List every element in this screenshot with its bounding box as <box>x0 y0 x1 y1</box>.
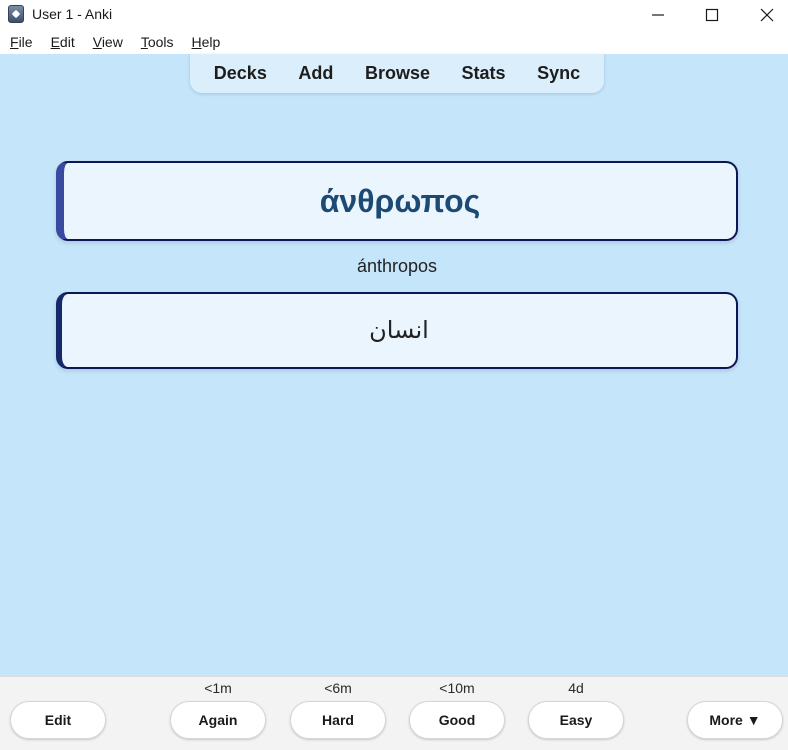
card-front: άνθρωπος <box>56 161 738 241</box>
edit-button[interactable]: Edit <box>10 701 106 739</box>
browse-link[interactable]: Browse <box>359 59 436 88</box>
easy-button[interactable]: Easy <box>528 701 624 739</box>
hard-interval: <6m <box>324 680 352 696</box>
transliteration: ánthropos <box>356 256 438 276</box>
back-word: انسان <box>369 317 429 344</box>
maximize-icon <box>705 8 719 22</box>
good-button[interactable]: Good <box>409 701 505 739</box>
menu-bar: File Edit View Tools Help <box>0 30 788 54</box>
again-button[interactable]: Again <box>170 701 266 739</box>
decks-link[interactable]: Decks <box>208 59 273 88</box>
hard-button[interactable]: Hard <box>290 701 386 739</box>
title-bar: User 1 - Anki <box>0 0 788 30</box>
minimize-button[interactable] <box>635 0 681 30</box>
minimize-icon <box>652 14 664 16</box>
menu-help[interactable]: Help <box>182 30 229 54</box>
add-link[interactable]: Add <box>292 59 339 88</box>
close-icon <box>760 8 774 22</box>
again-interval: <1m <box>204 680 232 696</box>
card-back: انسان <box>56 292 738 369</box>
easy-interval: 4d <box>568 680 584 696</box>
good-interval: <10m <box>439 680 475 696</box>
menu-tools[interactable]: Tools <box>131 30 182 54</box>
top-toolbar: Decks Add Browse Stats Sync <box>190 54 604 93</box>
anki-app-icon <box>8 5 24 23</box>
menu-file[interactable]: File <box>0 30 41 54</box>
answer-bar: Edit <1m Again <6m Hard <10m Good 4d Eas… <box>0 676 788 750</box>
close-button[interactable] <box>744 0 788 30</box>
menu-edit[interactable]: Edit <box>41 30 83 54</box>
window-title: User 1 - Anki <box>32 6 113 22</box>
review-area: Decks Add Browse Stats Sync άνθρωπος ánt… <box>0 54 788 676</box>
maximize-button[interactable] <box>689 0 735 30</box>
stats-link[interactable]: Stats <box>456 59 512 88</box>
menu-view[interactable]: View <box>83 30 131 54</box>
front-word: άνθρωπος <box>319 182 481 219</box>
more-button[interactable]: More ▼ <box>687 701 783 739</box>
sync-link[interactable]: Sync <box>531 59 586 88</box>
